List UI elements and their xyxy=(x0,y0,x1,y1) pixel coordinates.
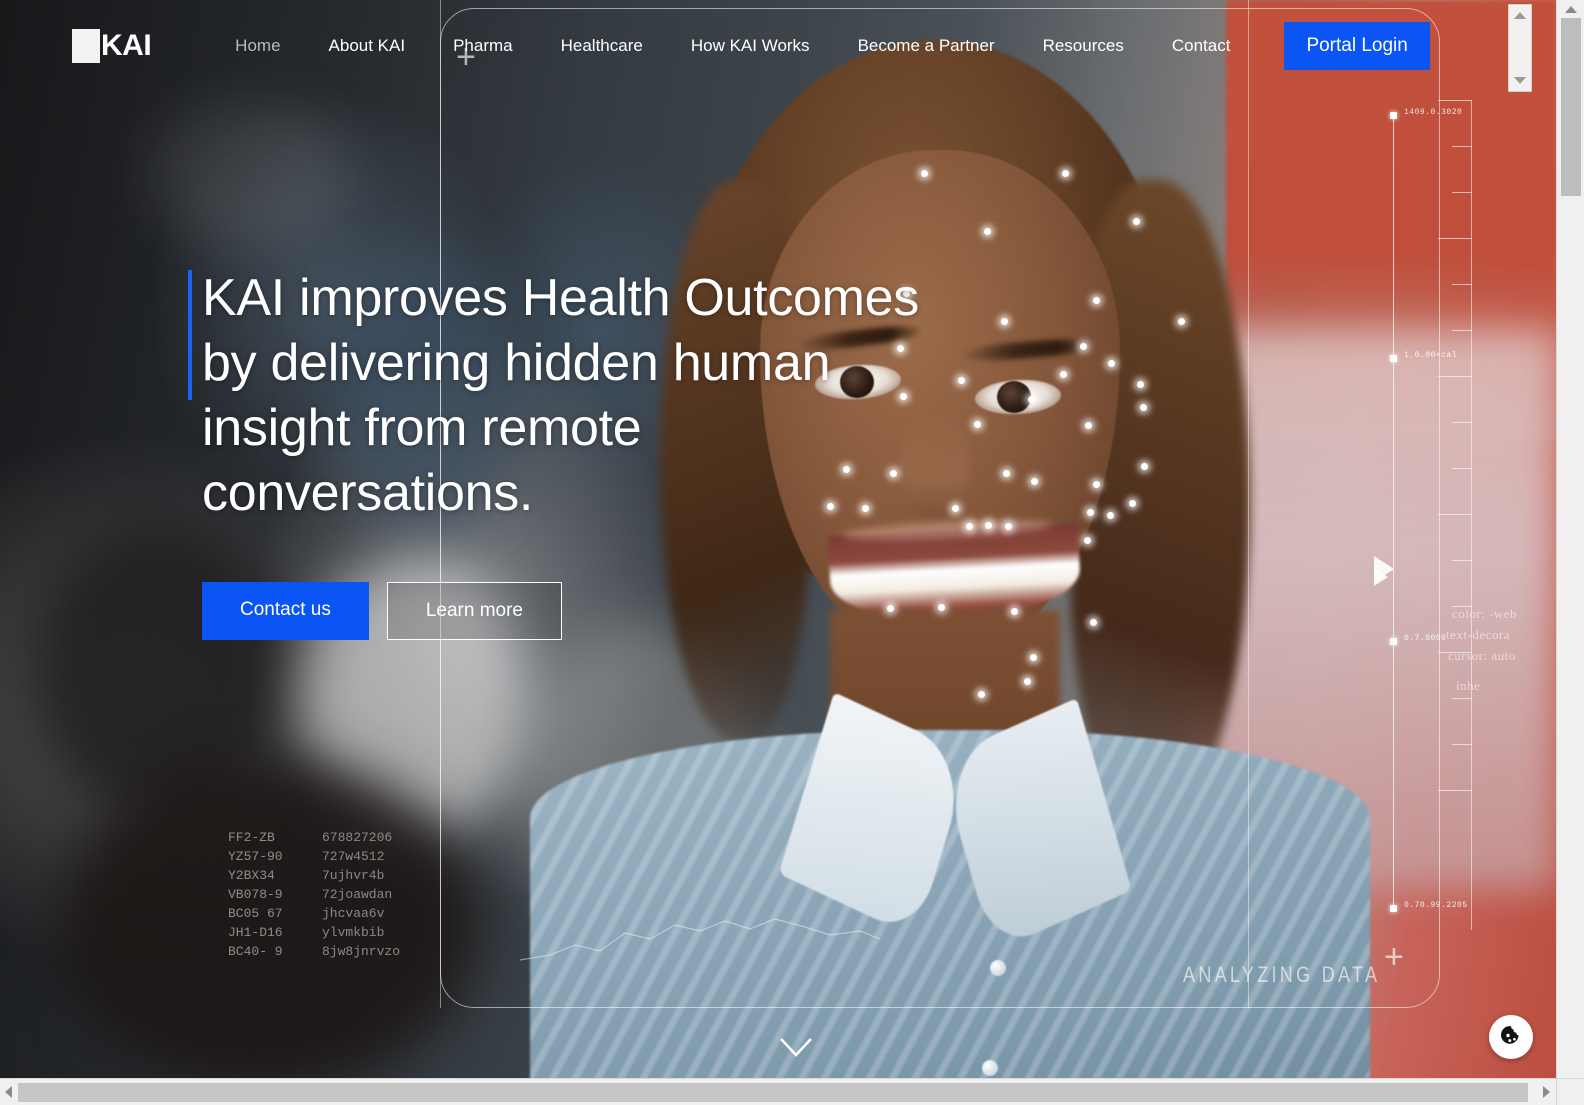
facial-landmark-dot xyxy=(1108,360,1115,367)
hud-node-marker xyxy=(1390,905,1397,912)
main-navigation: KAI Home About KAI Pharma Healthcare How KAI… xyxy=(0,0,1556,92)
hud-guide-line xyxy=(1248,0,1249,1008)
nav-item-pharma[interactable]: Pharma xyxy=(429,36,537,56)
facial-landmark-dot xyxy=(952,505,959,512)
facial-landmark-dot xyxy=(1062,170,1069,177)
facial-landmark-dot xyxy=(1137,381,1144,388)
facial-landmark-dot xyxy=(1001,318,1008,325)
nav-item-how-kai-works[interactable]: How KAI Works xyxy=(667,36,834,56)
facial-landmark-dot xyxy=(1129,500,1136,507)
code-overlay-line: inhe xyxy=(1456,678,1481,693)
brand-logo[interactable]: KAI xyxy=(72,29,152,63)
portal-login-button[interactable]: Portal Login xyxy=(1284,22,1430,70)
horizontal-scrollbar[interactable] xyxy=(0,1078,1584,1105)
nav-item-about-kai[interactable]: About KAI xyxy=(305,36,430,56)
scrollbar-corner xyxy=(1556,1078,1584,1105)
facial-landmark-dot xyxy=(1005,523,1012,530)
background-blur-blob xyxy=(150,100,350,250)
facial-landmark-dot xyxy=(1090,619,1097,626)
nav-item-home[interactable]: Home xyxy=(211,36,304,56)
facial-landmark-dot xyxy=(958,377,965,384)
data-overlay-column: FF2-ZB YZ57-90 Y2BX34 VB078-9 BC05 67 JH… xyxy=(228,830,283,959)
facial-landmark-dot xyxy=(1011,608,1018,615)
vertical-scrollbar[interactable] xyxy=(1556,0,1584,1078)
inner-page-scrollbar[interactable] xyxy=(1508,4,1532,92)
hud-vertical-axis xyxy=(1393,112,1394,912)
cookie-settings-button[interactable] xyxy=(1489,1015,1533,1059)
facial-landmark-dot xyxy=(1133,218,1140,225)
scroll-left-arrow-icon[interactable] xyxy=(5,1086,12,1098)
hud-waveform-graphic xyxy=(520,918,880,961)
nav-item-resources[interactable]: Resources xyxy=(1019,36,1148,56)
facial-landmark-dot xyxy=(1028,396,1035,403)
facial-landmark-dot xyxy=(985,522,992,529)
facial-landmark-dot xyxy=(974,421,981,428)
facial-landmark-dot xyxy=(1084,537,1091,544)
facial-landmark-dot xyxy=(984,228,991,235)
browser-viewport: + + 1409.0.3020 1.0.00+cal 0.7.0000 0.70… xyxy=(0,0,1584,1105)
scroll-right-arrow-icon[interactable] xyxy=(1543,1086,1550,1098)
facial-landmark-dot xyxy=(921,170,928,177)
hero-headline: KAI improves Health Outcomes by deliveri… xyxy=(202,269,919,522)
nav-item-contact[interactable]: Contact xyxy=(1148,36,1255,56)
code-overlay-line: cursor: auto xyxy=(1448,648,1516,663)
facial-landmark-dot xyxy=(938,604,945,611)
hud-crosshair-icon: + xyxy=(1384,938,1404,976)
logo-square-icon xyxy=(72,29,100,63)
facial-landmark-dot xyxy=(1107,512,1114,519)
cookie-icon xyxy=(1501,1026,1519,1044)
horizontal-scrollbar-thumb[interactable] xyxy=(18,1083,1528,1102)
chevron-down-icon[interactable] xyxy=(778,1030,814,1066)
hud-node-label: 1.0.00+cal xyxy=(1404,351,1458,360)
play-triangle-icon xyxy=(1374,568,1388,586)
facial-landmark-dot xyxy=(1087,509,1094,516)
facial-landmark-dot xyxy=(1024,678,1031,685)
facial-landmark-dot xyxy=(1030,654,1037,661)
contact-us-button[interactable]: Contact us xyxy=(202,582,369,640)
code-overlay-line: color: -web xyxy=(1452,606,1518,621)
hud-node-label: 0.70.99.2205 xyxy=(1404,901,1468,910)
scroll-up-arrow-icon[interactable] xyxy=(1564,6,1577,13)
headline-accent-bar xyxy=(188,270,192,400)
facial-landmark-dot xyxy=(966,523,973,530)
hud-node-label: 1409.0.3020 xyxy=(1404,108,1463,117)
analyzing-data-label: ANALYZING DATA xyxy=(1183,962,1381,987)
facial-landmark-dot xyxy=(1080,343,1087,350)
learn-more-button[interactable]: Learn more xyxy=(386,582,562,640)
hud-node-label: 0.7.0000 xyxy=(1404,634,1447,643)
facial-landmark-dot xyxy=(1085,422,1092,429)
hero-cta-row: Contact us Learn more xyxy=(202,582,922,640)
nav-links: Home About KAI Pharma Healthcare How KAI Wor… xyxy=(211,36,1254,56)
code-overlay-line: text-decora xyxy=(1446,627,1510,642)
hud-measure-scale xyxy=(1438,100,1472,930)
hero-content: KAI improves Health Outcomes by deliveri… xyxy=(188,266,922,640)
facial-landmark-dot xyxy=(1003,470,1010,477)
facial-landmark-dot xyxy=(1031,478,1038,485)
brand-name: KAI xyxy=(101,29,152,62)
hud-node-marker xyxy=(1390,638,1397,645)
hud-node-marker xyxy=(1390,355,1397,362)
facial-landmark-dot xyxy=(1060,371,1067,378)
facial-landmark-dot xyxy=(1141,463,1148,470)
nav-item-healthcare[interactable]: Healthcare xyxy=(537,36,667,56)
facial-landmark-dot xyxy=(978,691,985,698)
facial-landmark-dot xyxy=(1140,404,1147,411)
vertical-scrollbar-thumb[interactable] xyxy=(1561,18,1581,196)
nav-item-become-a-partner[interactable]: Become a Partner xyxy=(834,36,1019,56)
facial-landmark-dot xyxy=(1093,481,1100,488)
data-overlay-column: 678827206 727w4512 7ujhvr4b 72joawdan jh… xyxy=(322,830,401,959)
facial-landmark-dot xyxy=(1178,318,1185,325)
hud-node-marker xyxy=(1390,112,1397,119)
scroll-down-arrow-icon[interactable] xyxy=(1514,77,1526,84)
facial-landmark-dot xyxy=(1093,297,1100,304)
scroll-up-arrow-icon[interactable] xyxy=(1514,12,1526,19)
